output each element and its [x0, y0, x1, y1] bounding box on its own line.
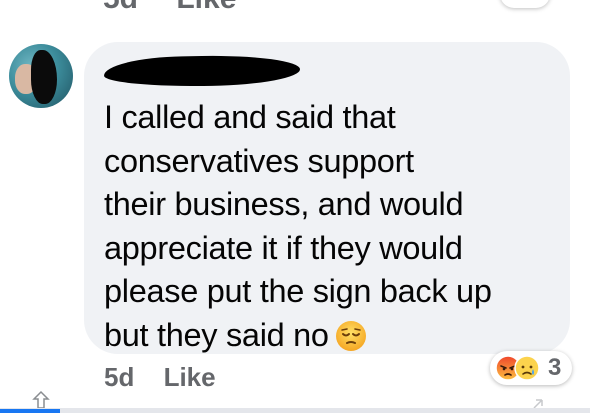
- comment-line: conservatives support: [104, 142, 414, 179]
- previous-comment-like-button[interactable]: Like: [176, 0, 236, 15]
- sad-reaction-icon: [514, 355, 540, 381]
- comment-line: I called and said that: [104, 99, 396, 135]
- previous-comment-reactions[interactable]: [500, 0, 550, 8]
- avatar[interactable]: [9, 44, 73, 108]
- previous-comment-actions: 5d Like: [103, 0, 236, 16]
- pensive-face-icon: [335, 320, 366, 351]
- reaction-summary[interactable]: 3: [490, 351, 572, 385]
- comment-actions: 5d Like: [104, 362, 216, 393]
- share-arrow-icon[interactable]: [30, 390, 52, 410]
- comment-thread: 5d Like I called and said that conservat…: [0, 0, 590, 413]
- comment-line: their business, and would: [104, 186, 464, 223]
- comment-line: but they said no: [104, 316, 329, 353]
- comment-timestamp[interactable]: 5d: [104, 362, 134, 392]
- bottom-accent: [0, 409, 60, 413]
- comment-line: appreciate it if they would: [104, 229, 463, 266]
- comment-last-line: but they said no: [104, 314, 564, 358]
- previous-comment-time[interactable]: 5d: [103, 0, 138, 15]
- comment-text: I called and said that conservatives sup…: [104, 96, 564, 358]
- reaction-count: 3: [548, 354, 562, 381]
- bottom-divider: [0, 408, 590, 413]
- comment-line: please put the sign back up: [104, 273, 492, 310]
- avatar-redaction: [31, 50, 57, 104]
- like-button[interactable]: Like: [164, 362, 216, 392]
